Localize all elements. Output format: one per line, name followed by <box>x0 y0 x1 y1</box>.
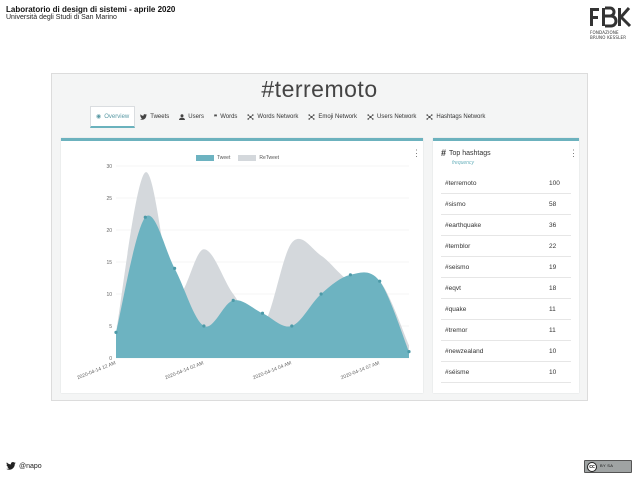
hashtag-count: 11 <box>549 326 556 334</box>
hashtag-row[interactable]: #séisme 10 <box>441 362 571 383</box>
y-tick-label: 20 <box>106 228 112 234</box>
cc-license-text: BY SA <box>600 463 614 468</box>
hashtag-count: 36 <box>549 221 557 229</box>
data-point <box>290 324 294 328</box>
slide-subtitle: Università degli Studi di San Marino <box>6 14 117 21</box>
top-hashtags-panel: # Top hashtags frequency ⋮ #terremoto 100… <box>433 138 579 393</box>
hashtag-label: #temblor <box>445 242 471 250</box>
dashboard-title: #terremoto <box>261 76 378 102</box>
tab-words[interactable]: ❞ Words <box>209 106 242 128</box>
hashtag-label: #séisme <box>445 368 470 376</box>
area-chart: 0510152025302020-04-14 12 AM 2020-04-14 0… <box>76 164 411 381</box>
data-point <box>114 330 118 334</box>
y-tick-label: 10 <box>106 292 112 298</box>
hashtag-label: #eqvt <box>445 284 461 292</box>
hashtag-row[interactable]: #temblor 22 <box>441 236 571 257</box>
hashtag-count: 19 <box>549 263 557 271</box>
hashtag-count: 18 <box>549 284 557 292</box>
dashboard-screenshot: #terremoto ◉ Overview Tweets Users ❞ Wor… <box>51 73 588 401</box>
hashtag-row[interactable]: #tremor 11 <box>441 320 571 341</box>
x-tick-label: 2020-04-14 07 AM <box>340 360 380 381</box>
eye-icon: ◉ <box>96 114 102 120</box>
hashtag-row[interactable]: #earthquake 36 <box>441 215 571 236</box>
hashtags-menu-icon[interactable]: ⋮ <box>569 149 578 158</box>
hashtag-label: #earthquake <box>445 221 482 229</box>
hashtag-row[interactable]: #sismo 58 <box>441 194 571 215</box>
hashtag-count: 10 <box>549 347 557 355</box>
twitter-bird-icon <box>6 462 16 470</box>
hashtag-label: #terremoto <box>445 179 477 187</box>
twitter-handle: @napo <box>19 462 42 470</box>
hashtag-list: #terremoto 100 #sismo 58 #earthquake 36 #tembl… <box>441 173 571 383</box>
y-tick-label: 30 <box>106 164 112 170</box>
twitter-icon <box>140 114 148 120</box>
network-icon <box>367 114 374 120</box>
x-tick-label: 2020-04-14 12 AM <box>76 360 116 381</box>
tab-overview[interactable]: ◉ Overview <box>90 106 136 128</box>
data-point <box>143 215 147 219</box>
y-tick-label: 5 <box>109 324 112 330</box>
series-area-tweet <box>116 215 409 358</box>
slide-title: Laboratorio di design di sistemi - april… <box>6 5 176 14</box>
tab-words-network[interactable]: Words Network <box>242 106 303 128</box>
network-icon <box>308 114 315 120</box>
top-hashtags-subtitle: frequency <box>452 160 474 166</box>
tab-tweets[interactable]: Tweets <box>135 106 174 128</box>
hashtag-label: #tremor <box>445 326 468 334</box>
data-point <box>173 266 177 270</box>
cc-license-badge: cc BY SA <box>584 460 632 473</box>
data-point <box>378 279 382 283</box>
hashtag-label: #newzealand <box>445 347 484 355</box>
hashtag-label: #sismo <box>445 200 466 208</box>
tab-bar: ◉ Overview Tweets Users ❞ Words Words Ne… <box>90 106 490 128</box>
top-hashtags-title: Top hashtags <box>449 149 491 157</box>
data-point <box>319 292 323 296</box>
top-hashtags-header: # Top hashtags <box>441 148 491 158</box>
tab-users-network[interactable]: Users Network <box>362 106 421 128</box>
data-point <box>407 350 411 354</box>
quote-icon: ❞ <box>213 114 218 121</box>
data-point <box>348 273 352 277</box>
hashtag-count: 10 <box>549 368 557 376</box>
fbk-logo-mark <box>590 6 632 28</box>
hashtag-row[interactable]: #terremoto 100 <box>441 173 571 194</box>
network-icon <box>426 114 433 120</box>
hashtag-label: #quake <box>445 305 467 313</box>
twitter-credit: @napo <box>6 462 42 470</box>
x-tick-label: 2020-04-14 04 AM <box>252 360 292 381</box>
network-icon <box>247 114 255 120</box>
data-point <box>202 324 206 328</box>
cc-icon: cc <box>587 462 597 472</box>
fbk-logo-text: FONDAZIONE BRUNO KESSLER <box>590 30 627 40</box>
y-tick-label: 25 <box>106 196 112 202</box>
tab-emoji-network[interactable]: Emoji Network <box>303 106 362 128</box>
hashtag-row[interactable]: #newzealand 10 <box>441 341 571 362</box>
hashtag-count: 58 <box>549 200 557 208</box>
hashtag-count: 11 <box>549 305 556 313</box>
hashtag-row[interactable]: #quake 11 <box>441 299 571 320</box>
y-tick-label: 15 <box>106 260 112 266</box>
user-icon <box>179 114 186 120</box>
hashtag-icon: # <box>441 148 447 158</box>
hashtag-count: 22 <box>549 242 557 250</box>
tab-hashtags-network[interactable]: Hashtags Network <box>421 106 490 128</box>
x-tick-label: 2020-04-14 02 AM <box>164 360 204 381</box>
hashtag-row[interactable]: #eqvt 18 <box>441 278 571 299</box>
hashtag-label: #seismo <box>445 263 470 271</box>
hashtag-row[interactable]: #seismo 19 <box>441 257 571 278</box>
timeline-chart-panel: Tweet ReTweet ⋮ 0 5 10 15 20 25 30 2020-04-14 1… <box>61 138 423 393</box>
tab-users[interactable]: Users <box>174 106 209 128</box>
hashtag-count: 100 <box>549 179 560 187</box>
data-point <box>231 298 235 302</box>
data-point <box>260 311 265 315</box>
